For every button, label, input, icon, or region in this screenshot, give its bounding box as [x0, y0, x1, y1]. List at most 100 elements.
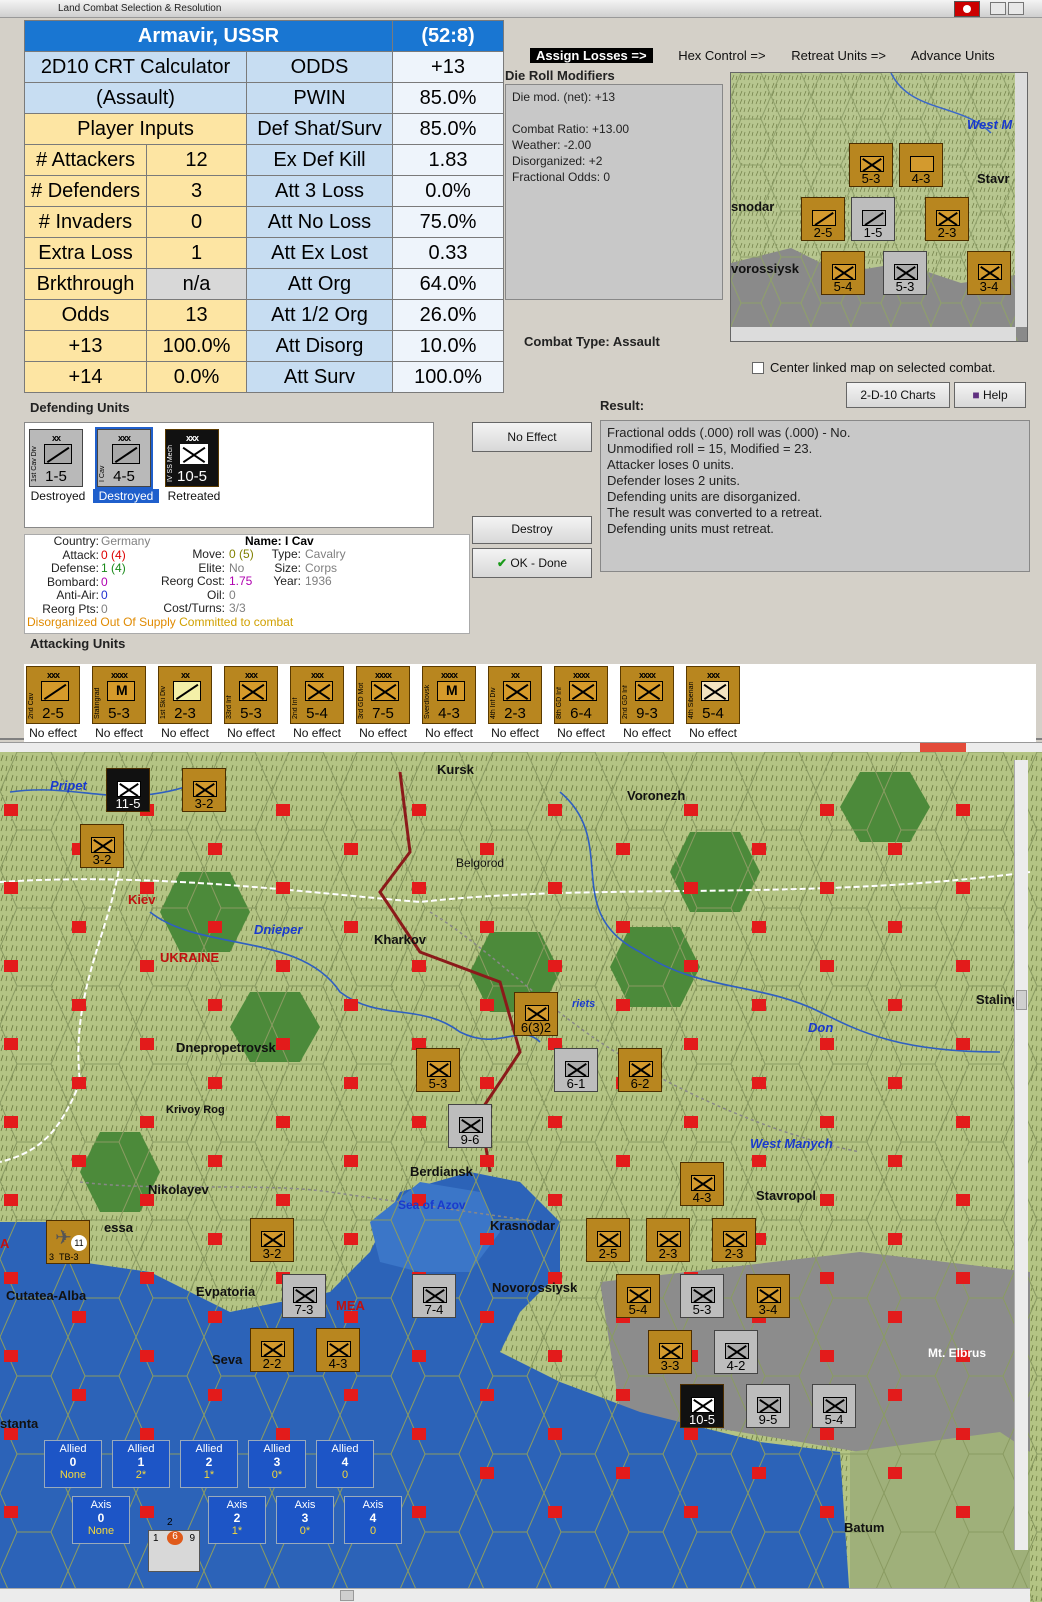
pointer-counter[interactable]: 1 6 9 2 [148, 1517, 200, 1572]
map-unit[interactable]: 5-4 [812, 1384, 856, 1428]
axis-zone-box[interactable]: Axis 2 1* [208, 1496, 266, 1544]
no-effect-button[interactable]: No Effect [472, 422, 592, 452]
unit-symbol-icon: M [107, 681, 135, 701]
map-unit[interactable]: 11-5 [106, 768, 150, 812]
map-unit[interactable]: 3-2 [250, 1218, 294, 1262]
attacking-unit[interactable]: xxxx 3rd GD Mot 7-5 [356, 666, 410, 724]
map-unit[interactable]: 6(3)2 [514, 992, 558, 1036]
minimap-label: vorossiysk [731, 261, 799, 276]
allied-zone-box[interactable]: Allied 4 0 [316, 1440, 374, 1488]
map-unit[interactable]: 5-3 [416, 1048, 460, 1092]
tab-hex-control[interactable]: Hex Control => [678, 48, 765, 63]
attackers-input[interactable]: 12 [146, 144, 247, 176]
attacking-unit[interactable]: xx 1st Ski Div 2-3 [158, 666, 212, 724]
attacking-unit[interactable]: xxx 2nd Inf 5-4 [290, 666, 344, 724]
odds-input[interactable]: 13 [146, 299, 247, 331]
help-button[interactable]: ■ Help [954, 382, 1026, 408]
combat-minimap[interactable]: snodar vorossiysk Stavr West M 5-3 4-3 2… [730, 72, 1028, 342]
map-unit[interactable]: 3-2 [80, 824, 124, 868]
unit-value: 3-4 [758, 1302, 778, 1317]
map-unit[interactable]: 2-3 [646, 1218, 690, 1262]
attacking-unit[interactable]: xxx 2nd Cav 2-5 [26, 666, 80, 724]
map-unit[interactable]: 7-4 [412, 1274, 456, 1318]
attacking-unit[interactable]: xxx 33rd Inf 5-3 [224, 666, 278, 724]
attacking-unit[interactable]: xxxx Stalingrad M 5-3 [92, 666, 146, 724]
defending-unit[interactable]: xx 1st Cav Div 1-5 [29, 429, 83, 487]
minimap-unit[interactable]: 2-3 [925, 197, 969, 241]
minimap-unit[interactable]: 2-5 [801, 197, 845, 241]
minimap-unit[interactable]: 5-3 [849, 143, 893, 187]
map-unit[interactable]: 6-1 [554, 1048, 598, 1092]
defending-unit[interactable]: xxx IV SS Mech 10-5 [165, 429, 219, 487]
attacking-unit[interactable]: xxxx 8th GD Inf 6-4 [554, 666, 608, 724]
zone-number: 3 [301, 1511, 309, 1525]
map-unit[interactable]: 2-3 [712, 1218, 756, 1262]
result-line: The result was converted to a retreat. [607, 505, 823, 520]
axis-zone-box[interactable]: Axis 3 0* [276, 1496, 334, 1544]
map-unit[interactable]: 6-2 [618, 1048, 662, 1092]
unit-symbol-icon [305, 681, 333, 701]
supply-marker [480, 1077, 494, 1089]
allied-zone-box[interactable]: Allied 1 2* [112, 1440, 170, 1488]
map-unit[interactable]: 5-4 [616, 1274, 660, 1318]
allied-zone-box[interactable]: Allied 3 0* [248, 1440, 306, 1488]
map-unit[interactable]: 9-6 [448, 1104, 492, 1148]
map-unit[interactable]: 3-4 [746, 1274, 790, 1318]
attacking-unit[interactable]: xxxx 2nd GD Inf 9-3 [620, 666, 674, 724]
map-unit[interactable]: 3-3 [648, 1330, 692, 1374]
minimap-unit[interactable]: 5-3 [883, 251, 927, 295]
allied-zone-box[interactable]: Allied 0 None [44, 1440, 102, 1488]
crt-label: Att 3 Loss [246, 175, 393, 207]
attacking-unit[interactable]: xxxx Sverdlovsk M 4-3 [422, 666, 476, 724]
map-unit[interactable]: 10-5 [680, 1384, 724, 1428]
map-unit[interactable]: 4-3 [680, 1162, 724, 1206]
map-unit[interactable]: 3-2 [182, 768, 226, 812]
supply-marker [548, 1350, 562, 1362]
map-unit[interactable]: 2-5 [586, 1218, 630, 1262]
supply-marker [820, 804, 834, 816]
maximize-button[interactable] [1008, 2, 1024, 15]
allied-zone-box[interactable]: Allied 2 1* [180, 1440, 238, 1488]
air-unit[interactable]: ✈ 3 TB-3 11 [46, 1220, 90, 1264]
map-unit[interactable]: 2-2 [250, 1328, 294, 1372]
center-linked-map-checkbox[interactable]: Center linked map on selected combat. [752, 360, 995, 375]
map-vertical-scrollbar[interactable] [1014, 760, 1028, 1550]
attacking-unit[interactable]: xx 4th Inf Div 2-3 [488, 666, 542, 724]
breakthrough-input[interactable]: n/a [146, 268, 247, 300]
crt-input-label: Extra Loss [24, 237, 147, 269]
invaders-input[interactable]: 0 [146, 206, 247, 238]
supply-marker [684, 1428, 698, 1440]
map-unit[interactable]: 4-2 [714, 1330, 758, 1374]
axis-zone-box[interactable]: Axis 0 None [72, 1496, 130, 1544]
pointer-digit: 9 [189, 1533, 195, 1544]
minimap-unit[interactable]: 5-4 [821, 251, 865, 295]
unit-status: No effect [557, 726, 605, 740]
scroll-thumb[interactable] [1016, 990, 1027, 1010]
supply-marker [820, 1428, 834, 1440]
supply-marker [72, 1077, 86, 1089]
defending-unit-selected[interactable]: xxx I Cav 4-5 [95, 427, 153, 489]
map-horizontal-scrollbar[interactable] [0, 1588, 1030, 1602]
tab-assign-losses[interactable]: Assign Losses => [530, 48, 653, 63]
charts-button[interactable]: 2-D-10 Charts [846, 382, 950, 408]
minimize-button[interactable] [990, 2, 1006, 15]
map-unit[interactable]: 9-5 [746, 1384, 790, 1428]
minimap-unit[interactable]: 3-4 [967, 251, 1011, 295]
destroy-button[interactable]: Destroy [472, 516, 592, 544]
defenders-input[interactable]: 3 [146, 175, 247, 207]
map-unit[interactable]: 5-3 [680, 1274, 724, 1318]
map-unit[interactable]: 7-3 [282, 1274, 326, 1318]
extra-loss-input[interactable]: 1 [146, 237, 247, 269]
ok-done-button[interactable]: ✔ OK - Done [472, 548, 592, 578]
minimap-unit[interactable]: 1-5 [851, 197, 895, 241]
map-unit[interactable]: 4-3 [316, 1328, 360, 1372]
combat-window: Land Combat Selection & Resolution Armav… [0, 0, 1042, 742]
attacking-unit[interactable]: xxx 4th Siberian 5-4 [686, 666, 740, 724]
tab-advance-units[interactable]: Advance Units [911, 48, 995, 63]
strategic-map[interactable]: Kursk Voronezh Belgorod Kiev Kharkov UKR… [0, 752, 1042, 1602]
axis-zone-box[interactable]: Axis 4 0 [344, 1496, 402, 1544]
tab-retreat-units[interactable]: Retreat Units => [791, 48, 886, 63]
minimap-unit[interactable]: 4-3 [899, 143, 943, 187]
scroll-thumb[interactable] [340, 1590, 354, 1601]
supply-marker [752, 843, 766, 855]
